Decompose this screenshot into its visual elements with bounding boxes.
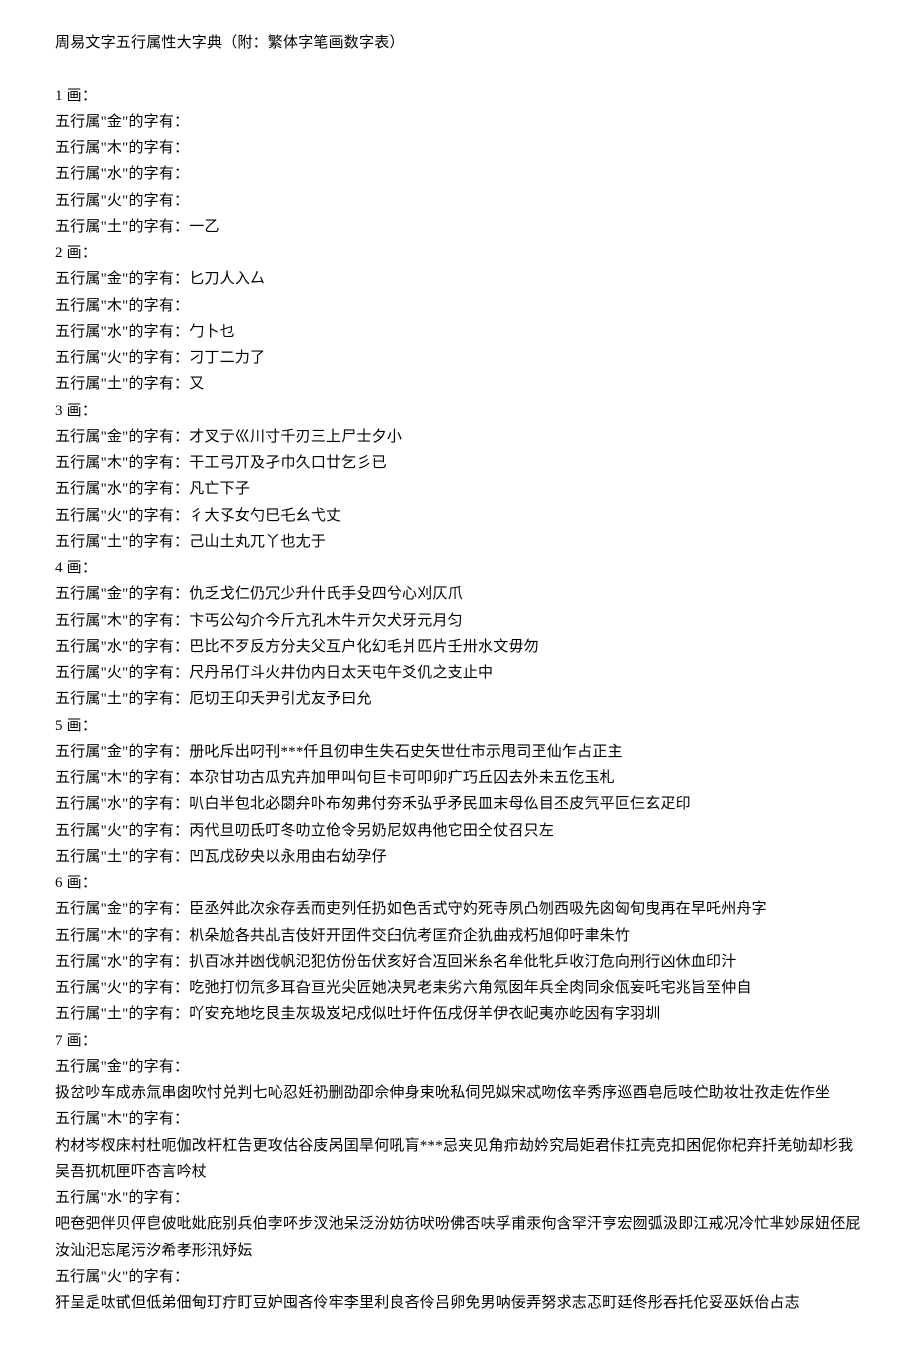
content-line: 五行属"水"的字有：扒百冰并凼伐帆氾犯仿份缶伏亥好合冱回米糸名牟仳牝乒收汀危向刑… [55,949,865,975]
document-title: 周易文字五行属性大字典（附：繁体字笔画数字表） [55,30,865,56]
content-line: 犴呈辵呔甙但低弟佃甸玎疔盯豆妒囤吝伶牢李里利良吝伶吕卵免男呐佞弄努求志忑町廷佟彤… [55,1290,865,1316]
content-line: 五行属"土"的字有：一乙 [55,214,865,240]
content-line: 杓材岑杈床村杜呃伽改杆杠告更攻估谷庋呙囯旱何吼肓***忌夹见角疖劫妗究局姖君佧扛… [55,1133,865,1186]
content-line: 五行属"土"的字有：凹瓦戊矽央以永用由右幼孕仔 [55,844,865,870]
section-label: 5 画： [55,713,865,739]
content-line: 五行属"木"的字有： [55,135,865,161]
content-line: 五行属"水"的字有：勹卜乜 [55,319,865,345]
content-line: 五行属"金"的字有：仇乏戈仁仍冗少升什氏手殳四兮心刈仄爪 [55,581,865,607]
content-line: 扱岔吵车成赤氚串囱吹忖兑判七吣忍妊礽删劭卲佘伸身束吮私伺兕姒宋忒吻伭辛秀序巡酉皂… [55,1080,865,1106]
content-line: 五行属"木"的字有： [55,1106,865,1132]
content-line: 五行属"金"的字有：才叉亍巛川寸千刃三上尸士夕小 [55,424,865,450]
content-line: 五行属"水"的字有：叭白半包北必閟弁卟布匆弗付夯禾弘乎矛民皿末母仫目丕皮氕平叵仨… [55,791,865,817]
content-line: 吧夿弝伴贝伻皀佊吡妣庇别兵伯孛吥步汊池呆泛汾妨彷吠吩佛否呋孚甫汞佝含罕汗亨宏囫弧… [55,1211,865,1264]
content-line: 五行属"金"的字有：臣丞舛此次汆存丢而吏列任扔如色舌式守妁死寺夙凸刎西吸先囟匈旬… [55,896,865,922]
content-line: 五行属"火"的字有： [55,1264,865,1290]
content-line: 五行属"水"的字有： [55,1185,865,1211]
content-line: 五行属"金"的字有：匕刀人入厶 [55,266,865,292]
section-label: 2 画： [55,240,865,266]
content-line: 五行属"火"的字有：彳大孓女勺巳乇幺弋丈 [55,503,865,529]
content-line: 五行属"土"的字有：厄切王卬夭尹引尤友予曰允 [55,686,865,712]
content-line: 五行属"火"的字有：尺丹吊仃斗火井仂内日太天屯午爻仉之支止中 [55,660,865,686]
section-label: 1 画： [55,83,865,109]
content-line: 五行属"土"的字有：吖安充地圪艮圭灰圾岌圮戍似吐圩仵伍戌伢羊伊衣屺夷亦屹因有字羽… [55,1001,865,1027]
content-line: 五行属"水"的字有：凡亡下子 [55,476,865,502]
content-line: 五行属"水"的字有： [55,161,865,187]
section-label: 6 画： [55,870,865,896]
section-label: 7 画： [55,1028,865,1054]
content-line: 五行属"火"的字有： [55,188,865,214]
content-line: 五行属"火"的字有：刁丁二力了 [55,345,865,371]
content-line: 五行属"火"的字有：丙代旦叨氐叮冬叻立伧令另奶尼奴冉他它田仝仗召只左 [55,818,865,844]
content-line: 五行属"火"的字有：吃弛打忉氘多耳旮亘光尖匠她决旯老耒劣六角氖囡年兵全肉同氽佤妄… [55,975,865,1001]
content-line: 五行属"水"的字有：巴比不歹反方分夫父互户化幻毛爿匹片壬卅水文毋勿 [55,634,865,660]
content-line: 五行属"土"的字有：又 [55,371,865,397]
section-label: 3 画： [55,398,865,424]
content-line: 五行属"木"的字有：本尕甘功古瓜宄卉加甲叫句巨卡可叩卯疒巧丘囚去外未五仡玉札 [55,765,865,791]
document-root: 周易文字五行属性大字典（附：繁体字笔画数字表）1 画：五行属"金"的字有：五行属… [55,30,865,1316]
content-line: 五行属"木"的字有： [55,293,865,319]
section-label: 4 画： [55,555,865,581]
content-line: 五行属"土"的字有：己山土丸兀丫也尢于 [55,529,865,555]
content-line: 五行属"木"的字有：朳朵尬各共乩吉伎奸开囝件交臼伉考匡夼企犰曲戎朽旭仰吁聿朱竹 [55,923,865,949]
blank-line [55,56,865,82]
content-line: 五行属"木"的字有：卞丐公勾介今斤亢孔木牛亓欠犬牙元月匀 [55,608,865,634]
content-line: 五行属"金"的字有： [55,109,865,135]
content-line: 五行属"金"的字有：册叱斥出叼刊***仟且仞申生失石史矢世仕市示甩司玊仙乍占正主 [55,739,865,765]
content-line: 五行属"金"的字有： [55,1054,865,1080]
content-line: 五行属"木"的字有：干工弓丌及孑巾久口廿乞彡已 [55,450,865,476]
